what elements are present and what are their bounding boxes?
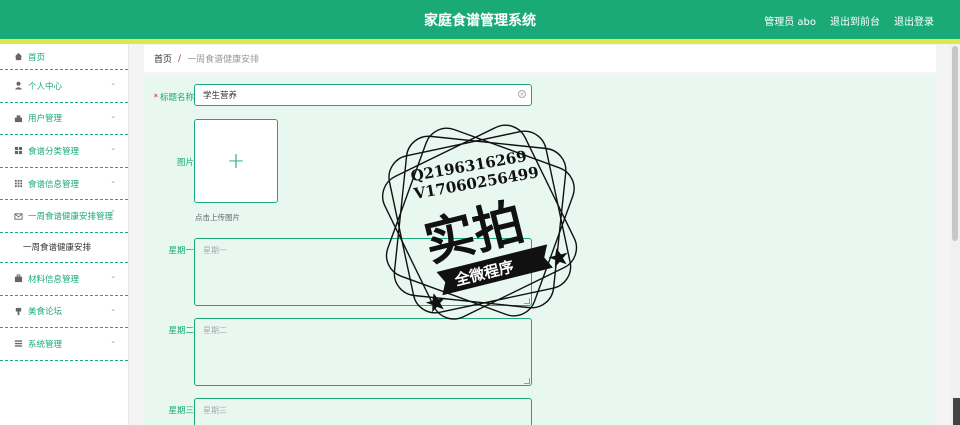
sidebar-item-label: 一周食谱健康安排管理 bbox=[28, 212, 114, 223]
clear-icon[interactable]: × bbox=[518, 90, 526, 98]
sidebar-item-weekly-plan[interactable]: 一周食谱健康安排管理 ⌃ bbox=[0, 200, 128, 233]
chevron-down-icon: ⌄ bbox=[110, 304, 116, 313]
sidebar-subitem-weekly-plan[interactable]: 一周食谱健康安排 bbox=[0, 233, 128, 263]
mail-icon bbox=[14, 212, 23, 221]
sidebar-item-users[interactable]: 用户管理 ⌄ bbox=[0, 103, 128, 136]
upload-hint: 点击上传图片 bbox=[195, 213, 240, 222]
chevron-down-icon: ⌄ bbox=[110, 144, 116, 153]
sidebar-item-home[interactable]: 首页 bbox=[0, 44, 128, 70]
sidebar-item-label: 食谱分类管理 bbox=[28, 146, 80, 157]
form-area: * 标题名称 学生营养 × 图片 + 点击上传图片 星期一 星期一 星期二 星期二… bbox=[144, 76, 936, 425]
user-icon bbox=[14, 81, 23, 90]
sidebar-item-label: 用户管理 bbox=[28, 114, 63, 125]
sidebar-item-recipe-category[interactable]: 食谱分类管理 ⌄ bbox=[0, 135, 128, 168]
users-icon bbox=[14, 114, 23, 123]
sidebar-item-profile[interactable]: 个人中心 ⌄ bbox=[0, 70, 128, 103]
wednesday-placeholder: 星期三 bbox=[203, 406, 227, 415]
plus-icon: + bbox=[226, 148, 246, 174]
breadcrumb-current: 一周食谱健康安排 bbox=[187, 55, 260, 65]
sidebar: 首页 个人中心 ⌄ 用户管理 ⌄ 食谱分类管理 ⌄ 食谱信息管理 ⌄ 一周食谱健… bbox=[0, 44, 129, 425]
grid-icon bbox=[14, 146, 23, 155]
breadcrumb-home[interactable]: 首页 bbox=[154, 52, 172, 65]
chevron-up-icon: ⌃ bbox=[110, 209, 116, 218]
scroll-corner bbox=[953, 398, 960, 425]
breadcrumb-separator: / bbox=[178, 53, 182, 64]
resize-handle-icon[interactable] bbox=[524, 378, 530, 384]
title-input[interactable]: 学生营养 × bbox=[194, 84, 532, 106]
top-links: 管理员 abo 退出到前台 退出登录 bbox=[764, 13, 934, 28]
tuesday-placeholder: 星期二 bbox=[203, 326, 227, 335]
back-to-frontend-link[interactable]: 退出到前台 bbox=[830, 13, 880, 28]
monday-textarea[interactable]: 星期一 bbox=[194, 238, 532, 306]
monday-label: 星期一 bbox=[168, 246, 194, 256]
apps-icon bbox=[14, 179, 23, 188]
logout-link[interactable]: 退出登录 bbox=[894, 13, 934, 28]
resize-handle-icon[interactable] bbox=[524, 298, 530, 304]
sidebar-item-recipe-info[interactable]: 食谱信息管理 ⌄ bbox=[0, 168, 128, 201]
top-bar: 家庭食谱管理系统 管理员 abo 退出到前台 退出登录 bbox=[0, 0, 960, 39]
sidebar-item-label: 食谱信息管理 bbox=[28, 179, 80, 190]
scrollbar-thumb[interactable] bbox=[952, 46, 958, 241]
sidebar-item-label: 首页 bbox=[28, 52, 46, 63]
sidebar-item-materials[interactable]: 材料信息管理 ⌄ bbox=[0, 263, 128, 296]
sidebar-item-system[interactable]: 系统管理 ⌄ bbox=[0, 328, 128, 361]
wednesday-textarea[interactable]: 星期三 bbox=[194, 398, 532, 425]
accent-stripe bbox=[0, 39, 960, 44]
chevron-down-icon: ⌄ bbox=[110, 176, 116, 185]
sidebar-item-label: 材料信息管理 bbox=[28, 274, 80, 285]
list-icon bbox=[14, 339, 23, 348]
cup-icon bbox=[14, 307, 23, 316]
wednesday-label: 星期三 bbox=[168, 406, 194, 416]
sidebar-item-label: 个人中心 bbox=[28, 81, 63, 92]
chevron-down-icon: ⌄ bbox=[110, 271, 116, 280]
chevron-down-icon: ⌄ bbox=[110, 111, 116, 120]
sidebar-item-forum[interactable]: 美食论坛 ⌄ bbox=[0, 296, 128, 329]
sidebar-item-label: 系统管理 bbox=[28, 339, 63, 350]
tuesday-label: 星期二 bbox=[168, 326, 194, 336]
title-label: * 标题名称 bbox=[153, 93, 194, 103]
tuesday-textarea[interactable]: 星期二 bbox=[194, 318, 532, 386]
breadcrumb: 首页 / 一周食谱健康安排 bbox=[144, 45, 936, 72]
briefcase-icon bbox=[14, 274, 23, 283]
image-upload-button[interactable]: + bbox=[194, 119, 278, 203]
home-icon bbox=[14, 52, 23, 61]
admin-user-link[interactable]: 管理员 abo bbox=[764, 13, 816, 28]
monday-placeholder: 星期一 bbox=[203, 246, 227, 255]
sidebar-item-label: 美食论坛 bbox=[28, 307, 63, 318]
image-label: 图片 bbox=[176, 158, 194, 168]
required-mark: * bbox=[153, 93, 158, 103]
chevron-down-icon: ⌄ bbox=[110, 337, 116, 346]
page-scrollbar[interactable] bbox=[950, 44, 960, 425]
title-input-value: 学生营养 bbox=[203, 91, 238, 101]
chevron-down-icon: ⌄ bbox=[110, 79, 116, 87]
